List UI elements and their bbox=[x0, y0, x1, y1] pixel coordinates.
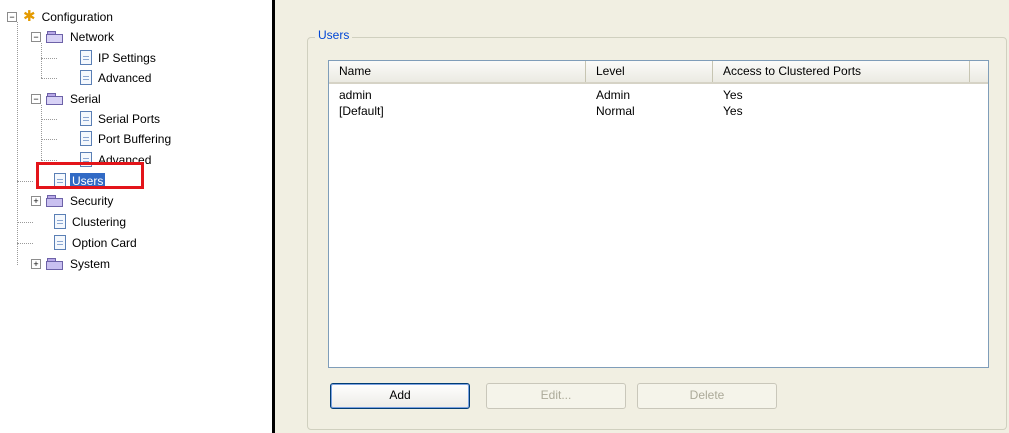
collapse-toggle-icon[interactable]: − bbox=[31, 32, 41, 42]
tree-connector bbox=[17, 222, 33, 223]
tree-item-ip-settings[interactable]: IP Settings bbox=[80, 48, 158, 67]
tree-item-serial[interactable]: Serial bbox=[46, 89, 103, 108]
tree-item-configuration[interactable]: ✱ Configuration bbox=[23, 7, 115, 26]
delete-button[interactable]: Delete bbox=[637, 383, 777, 409]
tree-item-label: IP Settings bbox=[98, 50, 156, 65]
users-settings-panel: Users Name Level Access to Clustered Por… bbox=[275, 0, 1009, 433]
tree-item-security[interactable]: Security bbox=[46, 191, 115, 210]
page-icon bbox=[80, 50, 92, 65]
tree-connector bbox=[17, 243, 33, 244]
tree-connector bbox=[41, 78, 57, 79]
cell-access: Yes bbox=[723, 104, 743, 118]
tree-item-system[interactable]: System bbox=[46, 254, 112, 273]
column-header-level[interactable]: Level bbox=[586, 61, 713, 82]
tree-item-label: Port Buffering bbox=[98, 131, 172, 146]
tree-item-label: Clustering bbox=[72, 214, 127, 229]
add-button[interactable]: Add bbox=[330, 383, 470, 409]
table-row[interactable]: admin Admin Yes bbox=[329, 87, 988, 103]
tree-connector bbox=[41, 58, 57, 59]
tree-item-label: Security bbox=[70, 193, 114, 208]
tree-item-label: Option Card bbox=[72, 235, 137, 250]
users-list-view[interactable]: Name Level Access to Clustered Ports adm… bbox=[328, 60, 989, 368]
tree-item-serial-ports[interactable]: Serial Ports bbox=[80, 109, 162, 128]
highlight-annotation-box bbox=[36, 162, 144, 189]
collapse-toggle-icon[interactable]: − bbox=[7, 12, 17, 22]
table-row[interactable]: [Default] Normal Yes bbox=[329, 103, 988, 119]
tree-item-network-advanced[interactable]: Advanced bbox=[80, 68, 153, 87]
configuration-tree[interactable]: − ✱ Configuration − Network IP Settings … bbox=[0, 0, 272, 433]
tree-item-port-buffering[interactable]: Port Buffering bbox=[80, 129, 173, 148]
expand-toggle-icon[interactable]: + bbox=[31, 196, 41, 206]
tree-item-label: Serial Ports bbox=[98, 111, 161, 126]
collapse-toggle-icon[interactable]: − bbox=[31, 94, 41, 104]
tree-connector bbox=[41, 119, 57, 120]
tree-item-network[interactable]: Network bbox=[46, 27, 116, 46]
folder-open-icon bbox=[46, 30, 64, 43]
users-group-title: Users bbox=[315, 28, 353, 42]
tree-connector bbox=[41, 43, 42, 78]
page-icon bbox=[54, 235, 66, 250]
list-header: Name Level Access to Clustered Ports bbox=[329, 61, 988, 84]
cell-level: Normal bbox=[596, 104, 635, 118]
page-icon bbox=[80, 131, 92, 146]
tree-item-label: Advanced bbox=[98, 70, 152, 85]
page-icon bbox=[80, 111, 92, 126]
column-header-name[interactable]: Name bbox=[329, 61, 586, 82]
cell-name: admin bbox=[339, 88, 372, 102]
configuration-icon: ✱ bbox=[23, 7, 36, 25]
cell-access: Yes bbox=[723, 88, 743, 102]
expand-toggle-icon[interactable]: + bbox=[31, 259, 41, 269]
edit-button[interactable]: Edit... bbox=[486, 383, 626, 409]
tree-connector bbox=[41, 139, 57, 140]
tree-item-option-card[interactable]: Option Card bbox=[54, 233, 139, 252]
tree-item-label: Network bbox=[70, 29, 115, 44]
cell-level: Admin bbox=[596, 88, 631, 102]
folder-icon bbox=[46, 194, 64, 207]
tree-item-label: Serial bbox=[70, 91, 101, 106]
page-icon bbox=[80, 70, 92, 85]
tree-item-clustering[interactable]: Clustering bbox=[54, 212, 128, 231]
cell-name: [Default] bbox=[339, 104, 384, 118]
tree-item-label: Configuration bbox=[41, 9, 113, 24]
folder-icon bbox=[46, 257, 64, 270]
column-header-access[interactable]: Access to Clustered Ports bbox=[713, 61, 970, 82]
tree-connector bbox=[17, 22, 18, 265]
page-icon bbox=[54, 214, 66, 229]
tree-connector bbox=[41, 105, 42, 160]
folder-open-icon bbox=[46, 92, 64, 105]
tree-connector bbox=[41, 160, 57, 161]
tree-connector bbox=[17, 181, 33, 182]
tree-item-label: System bbox=[70, 256, 111, 271]
